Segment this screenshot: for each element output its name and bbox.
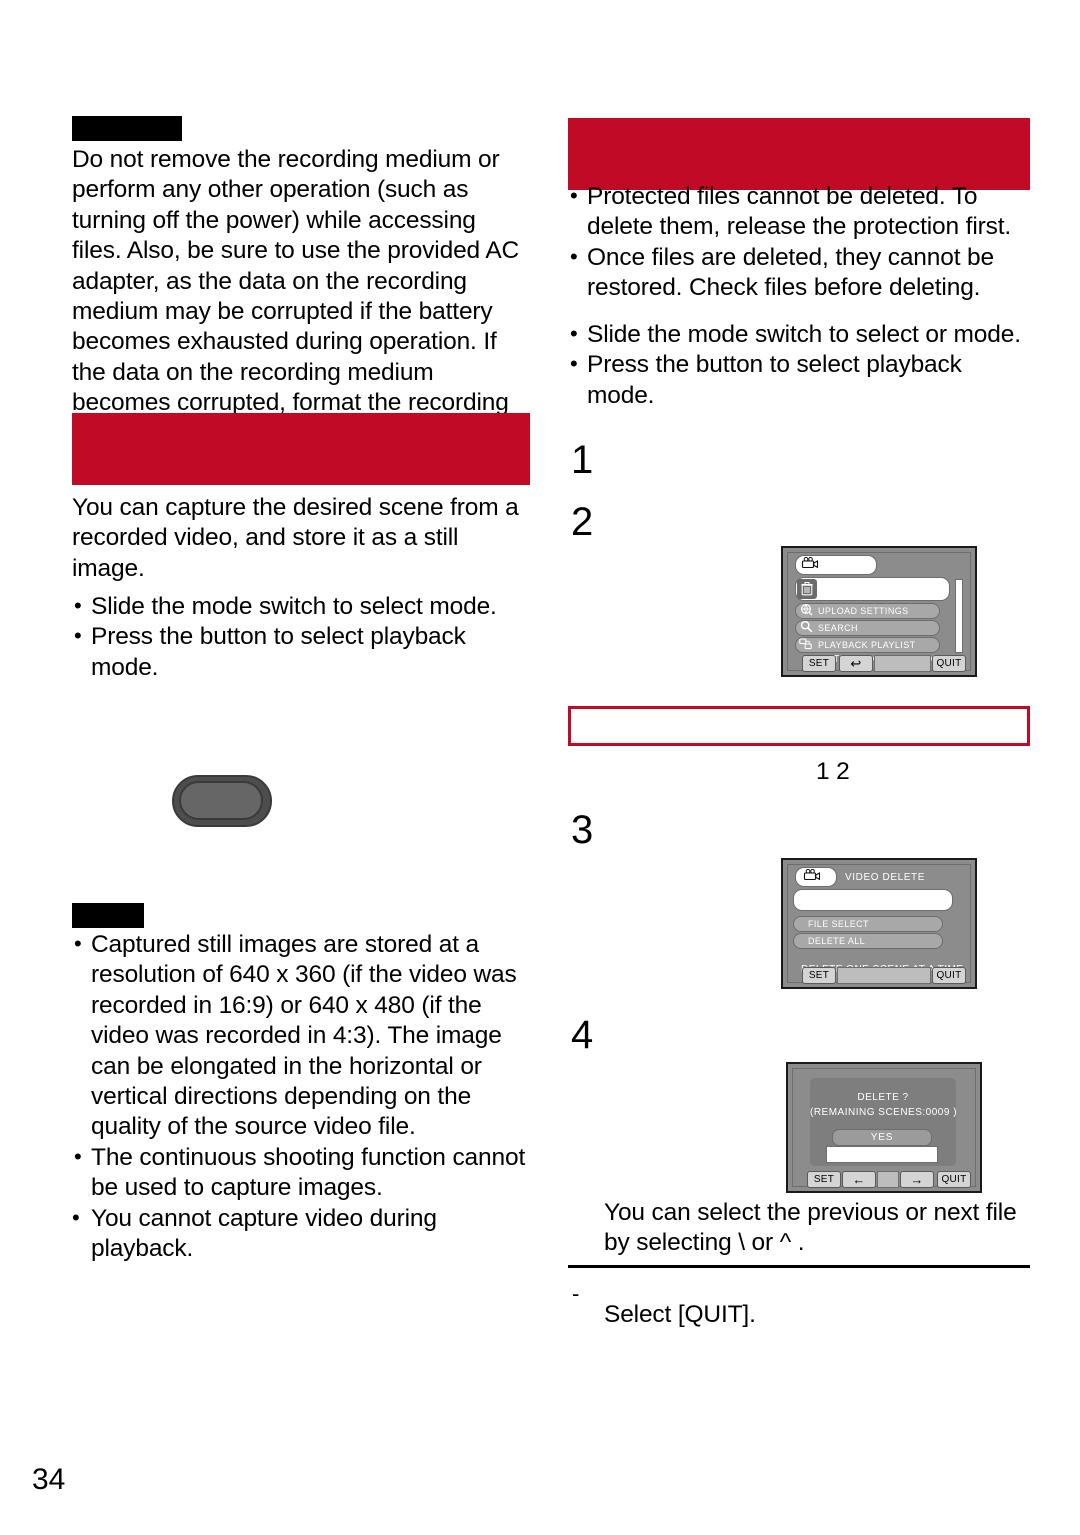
quit-step-text: Select [QUIT]. <box>604 1301 756 1328</box>
upload-icon <box>796 604 816 618</box>
lcd-menu-row-search[interactable]: SEARCH <box>795 620 940 636</box>
page-number: 34 <box>32 1463 66 1496</box>
right-callout-box <box>568 706 1030 746</box>
lcd-vd-row-file-select[interactable]: FILE SELECT <box>793 916 943 932</box>
list-item: The continuous shooting function cannot … <box>72 1142 530 1204</box>
lcd-menu-screen: UPLOAD SETTINGS SEARCH PLAYBACK PLAYLIST <box>781 546 977 677</box>
search-icon <box>796 621 816 635</box>
lcd-key-set[interactable]: SET <box>802 967 836 984</box>
button-inner-cap <box>179 781 263 820</box>
step-number-3: 3 <box>571 808 593 852</box>
intro-paragraph: You can capture the desired scene from a… <box>72 494 519 582</box>
lcd-menu-scrollbar[interactable] <box>955 579 963 653</box>
playlist-icon <box>796 638 816 652</box>
trash-icon <box>797 579 817 599</box>
note-bullets: Captured still images are stored at a re… <box>72 929 530 1265</box>
step-number-2: 2 <box>571 500 593 544</box>
sub-note-text: 1 2 <box>816 758 850 785</box>
left-section-banner <box>72 413 530 485</box>
list-item: Slide the mode switch to select or mode. <box>568 319 1030 350</box>
lcd-delete-confirm-screen: DELETE ? (REMAINING SCENES:0009 ) YES SE… <box>786 1062 982 1193</box>
lcd-key-blank <box>877 1171 899 1188</box>
left-prep-bullets: Slide the mode switch to select mode. Pr… <box>72 591 530 683</box>
lcd-vd-row-file-select-label: FILE SELECT <box>808 919 869 929</box>
lcd-vd-row-delete-all[interactable]: DELETE ALL <box>793 933 943 949</box>
lcd-menu-keybar: SET ↩ QUIT <box>787 655 971 672</box>
lcd-key-quit[interactable]: QUIT <box>937 1171 971 1188</box>
lcd-confirm-keybar: SET ← → QUIT <box>792 1171 976 1188</box>
camcorder-icon <box>796 868 821 886</box>
section-divider <box>568 1265 1030 1268</box>
lcd-confirm-no-button[interactable] <box>826 1146 938 1163</box>
right-prep-bullets: Slide the mode switch to select or mode.… <box>568 319 1030 411</box>
lcd-selected-row[interactable] <box>795 577 950 601</box>
tip-paragraph: You can select the previous or next file… <box>604 1199 1017 1257</box>
lcd-key-set[interactable]: SET <box>807 1171 841 1188</box>
lcd-video-delete-screen: VIDEO DELETE FILE SELECT DELETE ALL DELE… <box>781 858 977 989</box>
lcd-confirm-subtitle: (REMAINING SCENES:0009 ) <box>810 1107 958 1118</box>
lcd-key-quit[interactable]: QUIT <box>932 967 966 984</box>
lcd-menu-row-playlist-label: PLAYBACK PLAYLIST <box>818 640 916 650</box>
list-item: Protected files cannot be deleted. To de… <box>568 181 1030 243</box>
lcd-key-back[interactable]: ↩ <box>839 655 873 672</box>
lcd-key-right-arrow[interactable]: → <box>900 1171 934 1188</box>
list-item: Captured still images are stored at a re… <box>72 929 530 1143</box>
lcd-vd-keybar: SET QUIT <box>787 967 971 984</box>
playback-button-graphic <box>172 775 272 827</box>
lcd-key-left-arrow[interactable]: ← <box>842 1171 876 1188</box>
list-item: Press the button to select playback mode… <box>568 349 1030 411</box>
lcd-confirm-yes-button[interactable]: YES <box>832 1129 932 1146</box>
lcd-confirm-title: DELETE ? <box>857 1092 909 1103</box>
list-item: Slide the mode switch to select mode. <box>72 591 530 622</box>
right-section-banner <box>568 118 1030 190</box>
list-item: You cannot capture video during playback… <box>72 1203 530 1265</box>
manual-page: CAUTION Do not remove the recording medi… <box>0 0 1080 1535</box>
lcd-vd-row-delete-all-label: DELETE ALL <box>808 936 866 946</box>
camcorder-icon <box>796 556 819 574</box>
list-item: Press the button to select playback mode… <box>72 621 530 683</box>
lcd-key-blank <box>874 655 931 672</box>
quit-step-marker: - <box>572 1281 580 1306</box>
lcd-vd-title: VIDEO DELETE <box>845 872 925 883</box>
lcd-vd-blank-row[interactable] <box>793 889 953 911</box>
lcd-menu-row-upload[interactable]: UPLOAD SETTINGS <box>795 603 940 619</box>
lcd-key-set[interactable]: SET <box>802 655 836 672</box>
right-caution-bullets: Protected files cannot be deleted. To de… <box>568 181 1030 304</box>
list-item: Once files are deleted, they cannot be r… <box>568 242 1030 304</box>
lcd-vd-tab[interactable] <box>795 867 837 887</box>
step-number-4: 4 <box>571 1013 593 1057</box>
lcd-menu-row-upload-label: UPLOAD SETTINGS <box>818 606 909 616</box>
step-number-1: 1 <box>571 438 593 482</box>
lcd-key-blank <box>837 967 931 984</box>
note-label-chip: NOTE <box>72 903 144 928</box>
lcd-menu-row-playlist[interactable]: PLAYBACK PLAYLIST <box>795 637 940 653</box>
lcd-menu-row-search-label: SEARCH <box>818 623 858 633</box>
lcd-key-quit[interactable]: QUIT <box>932 655 966 672</box>
lcd-menu-tab[interactable] <box>795 555 877 575</box>
caution-label-chip: CAUTION <box>72 116 182 141</box>
lcd-confirm-dialog: DELETE ? (REMAINING SCENES:0009 ) YES <box>810 1078 958 1166</box>
